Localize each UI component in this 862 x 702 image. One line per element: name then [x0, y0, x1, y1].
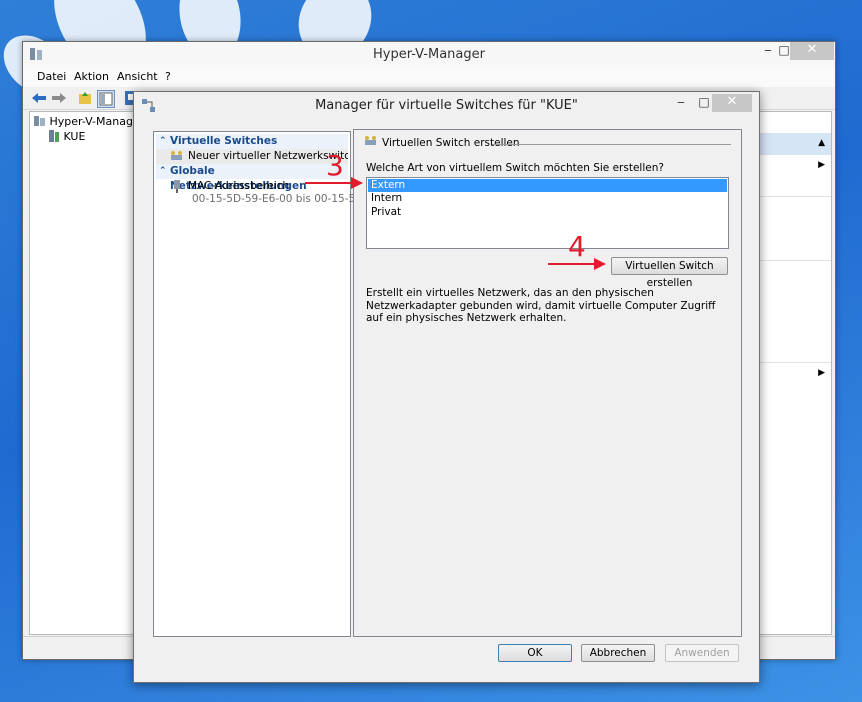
tree-item-kue[interactable]: KUE	[48, 130, 85, 143]
switch-type-option-extern[interactable]: Extern	[368, 179, 727, 192]
cancel-button[interactable]: Abbrechen	[581, 644, 655, 662]
main-window-title: Hyper-V-Manager	[373, 47, 485, 62]
close-button[interactable]: ✕	[712, 94, 752, 112]
collapse-chevron-icon[interactable]: ⌃	[159, 164, 167, 179]
network-switch-icon	[365, 136, 376, 145]
annotation-step-3: 3	[326, 149, 344, 182]
divider	[759, 362, 831, 363]
section-header-virtual-switches[interactable]: ⌃ Virtuelle Switches	[156, 134, 348, 149]
section-title: Virtuellen Switch erstellen	[382, 137, 520, 149]
nav-item-new-virtual-switch[interactable]: Neuer virtueller Netzwerkswitch	[156, 149, 348, 164]
switch-type-option-intern[interactable]: Intern	[368, 192, 727, 205]
dialog-title: Manager für virtuelle Switches für "KUE"	[315, 98, 578, 113]
apply-button[interactable]: Anwenden	[665, 644, 739, 662]
menu-aktion[interactable]: Aktion	[74, 70, 109, 83]
network-adapter-icon	[174, 180, 180, 193]
switch-type-option-privat[interactable]: Privat	[368, 206, 727, 219]
switch-type-question: Welche Art von virtuellem Switch möchten…	[366, 162, 664, 174]
network-switch-icon	[171, 151, 182, 160]
submenu-arrow-icon[interactable]: ▶	[818, 160, 825, 170]
switch-type-description: Erstellt ein virtuelles Netzwerk, das an…	[366, 287, 716, 324]
switch-type-listbox[interactable]: Extern Intern Privat	[366, 177, 729, 249]
tree-item-hyperv-manager[interactable]: Hyper-V-Manager	[34, 115, 144, 128]
collapse-chevron-icon[interactable]: ⌃	[159, 134, 167, 149]
switch-details-panel: Virtuellen Switch erstellen Welche Art v…	[353, 129, 742, 637]
menu-bar: Datei Aktion Ansicht ?	[23, 67, 835, 87]
actions-header[interactable]: ▲	[759, 133, 831, 155]
navigation-tree: Hyper-V-Manager KUE	[29, 111, 144, 635]
menu-ansicht[interactable]: Ansicht	[117, 70, 158, 83]
ok-button[interactable]: OK	[498, 644, 572, 662]
close-button[interactable]: ✕	[790, 42, 834, 60]
annotation-step-4: 4	[568, 230, 586, 263]
server-icon	[49, 130, 59, 142]
folder-up-icon[interactable]	[77, 90, 93, 106]
divider	[759, 260, 831, 261]
create-virtual-switch-button[interactable]: Virtuellen Switch erstellen	[611, 257, 728, 289]
menu-help[interactable]: ?	[165, 70, 171, 83]
menu-datei[interactable]: Datei	[37, 70, 66, 83]
settings-navigation-panel: ⌃ Virtuelle Switches Neuer virtueller Ne…	[153, 131, 384, 637]
tree-label: Hyper-V-Manager	[49, 115, 145, 128]
dialog-titlebar[interactable]: Manager für virtuelle Switches für "KUE"…	[134, 92, 759, 119]
collapse-arrow-icon[interactable]: ▲	[818, 138, 825, 148]
hyperv-app-icon	[34, 116, 45, 126]
forward-arrow-icon[interactable]	[51, 90, 67, 106]
main-titlebar[interactable]: Hyper-V-Manager ‒ □ ✕	[23, 42, 835, 67]
show-hide-console-icon[interactable]	[97, 90, 115, 108]
virtual-switch-manager-dialog: Manager für virtuelle Switches für "KUE"…	[133, 91, 760, 683]
submenu-arrow-icon[interactable]: ▶	[818, 368, 825, 378]
back-arrow-icon[interactable]	[31, 90, 47, 106]
section-divider	[492, 144, 731, 145]
actions-pane: ▲ ▶ ▶	[758, 111, 832, 635]
divider	[759, 196, 831, 197]
tree-label: KUE	[63, 130, 86, 143]
